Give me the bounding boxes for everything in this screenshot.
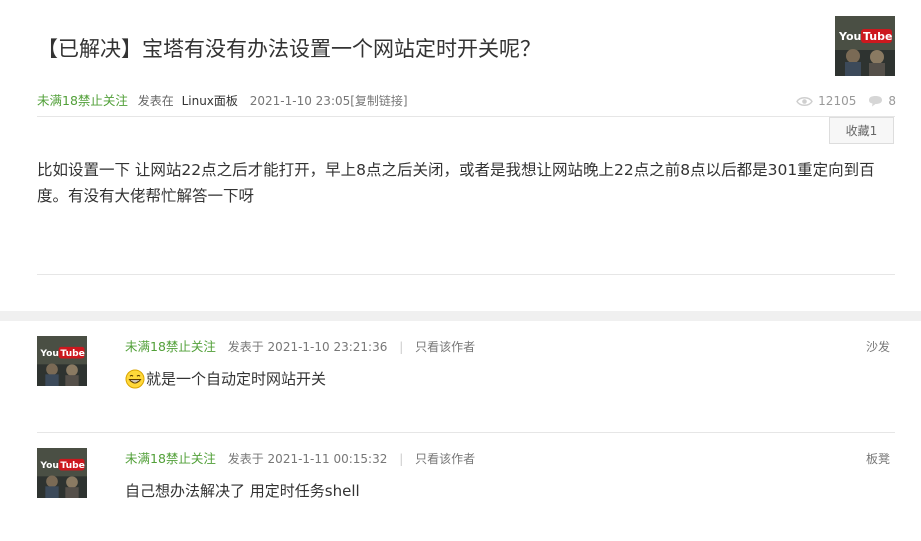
copy-link-button[interactable]: [复制链接] xyxy=(350,94,407,108)
reply-time: 发表于 2021-1-10 23:21:36 xyxy=(227,340,388,354)
avatar-logo-you: You xyxy=(838,30,861,43)
svg-text:Tube: Tube xyxy=(60,460,85,471)
svg-text:You: You xyxy=(39,348,59,359)
eye-icon xyxy=(796,96,813,106)
reply-text: 自己想办法解决了 用定时任务shell xyxy=(125,482,360,500)
grin-emoji-icon xyxy=(125,369,145,389)
reply-content: 就是一个自动定时网站开关 xyxy=(125,368,326,390)
reply-avatar[interactable]: You Tube xyxy=(37,336,87,386)
posted-in-label: 发表在 xyxy=(137,94,174,108)
reply-text: 就是一个自动定时网站开关 xyxy=(146,370,327,388)
main-post: 【已解决】宝塔有没有办法设置一个网站定时开关呢？ You Tube 未满18禁止… xyxy=(0,0,921,311)
floor-label[interactable]: 板凳 xyxy=(866,450,890,468)
only-author-link[interactable]: 只看该作者 xyxy=(415,340,475,354)
svg-text:Tube: Tube xyxy=(60,348,85,359)
reply-meta: 未满18禁止关注 发表于 2021-1-10 23:21:36 | 只看该作者 xyxy=(125,338,475,356)
favorite-button[interactable]: 收藏1 xyxy=(829,117,894,144)
post-date: 2021-1-10 23:05 xyxy=(249,94,351,108)
reply-time: 发表于 2021-1-11 00:15:32 xyxy=(227,452,388,466)
post-content: 比如设置一下 让网站22点之后才能打开，早上8点之后关闭，或者是我想让网站晚上2… xyxy=(37,161,875,205)
reply-meta: 未满18禁止关注 发表于 2021-1-11 00:15:32 | 只看该作者 xyxy=(125,450,475,468)
forum-link[interactable]: Linux面板 xyxy=(182,94,238,108)
meta-separator: | xyxy=(399,452,404,466)
comment-icon xyxy=(869,96,883,107)
view-count: 12105 xyxy=(818,94,857,108)
post-stats: 12105 8 xyxy=(796,92,896,110)
svg-text:You: You xyxy=(39,460,59,471)
content-divider xyxy=(37,274,895,275)
reply-author-link[interactable]: 未满18禁止关注 xyxy=(125,451,216,466)
reply-author-link[interactable]: 未满18禁止关注 xyxy=(125,339,216,354)
meta-divider xyxy=(37,116,895,117)
avatar-logo-tube: Tube xyxy=(863,30,892,43)
author-link[interactable]: 未满18禁止关注 xyxy=(37,93,128,108)
thread-page: 【已解决】宝塔有没有办法设置一个网站定时开关呢？ You Tube 未满18禁止… xyxy=(0,0,921,541)
author-avatar[interactable]: You Tube xyxy=(835,16,895,76)
reply-divider xyxy=(37,432,895,433)
floor-label[interactable]: 沙发 xyxy=(866,338,890,356)
only-author-link[interactable]: 只看该作者 xyxy=(415,452,475,466)
section-separator xyxy=(0,311,921,321)
post-title: 【已解决】宝塔有没有办法设置一个网站定时开关呢？ xyxy=(37,37,541,61)
reply-count: 8 xyxy=(888,94,896,108)
meta-separator: | xyxy=(399,340,404,354)
post-meta: 未满18禁止关注 发表在 Linux面板 2021-1-10 23:05[复制链… xyxy=(37,92,408,110)
reply-avatar[interactable]: You Tube xyxy=(37,448,87,498)
reply-content: 自己想办法解决了 用定时任务shell xyxy=(125,480,360,502)
